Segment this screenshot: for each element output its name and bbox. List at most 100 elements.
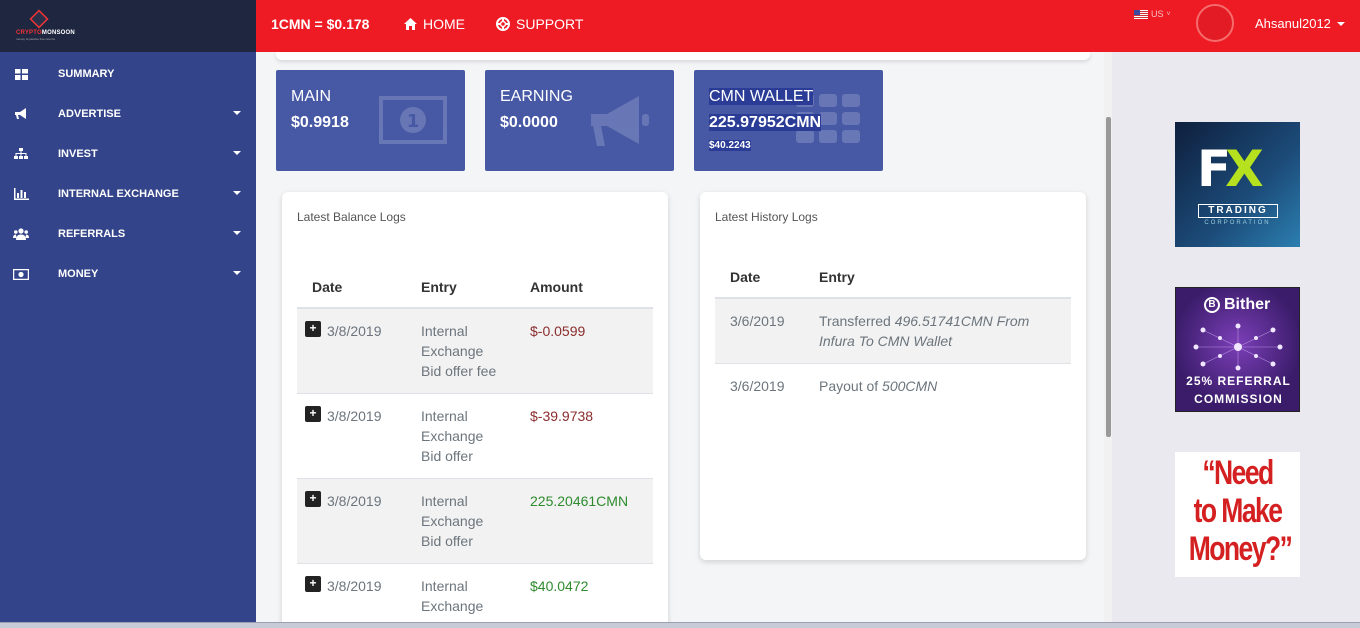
column-header-date: Date xyxy=(715,256,804,299)
users-icon xyxy=(13,228,29,240)
banknote-icon: 1 xyxy=(379,96,447,144)
bither-ad-line2: COMMISSION xyxy=(1194,392,1283,406)
row-amount: $40.0472 xyxy=(515,563,653,628)
main-value: $0.9918 xyxy=(291,114,349,131)
earning-label: EARNING xyxy=(500,88,573,105)
chevron-down-icon xyxy=(1336,21,1345,26)
table-row: +3/8/2019 Internal Exchange Bid offer fe… xyxy=(297,307,653,394)
logo-text-red: CRYPTO xyxy=(16,30,42,36)
chevron-down-icon xyxy=(233,111,241,115)
row-date: 3/8/2019 xyxy=(327,578,382,594)
row-date: 3/6/2019 xyxy=(715,363,804,408)
bither-ad[interactable]: B Bither 25% REFERRAL COMMISSION xyxy=(1175,287,1300,412)
history-logs-title: Latest History Logs xyxy=(715,210,818,224)
make-money-ad-text: “Need to Make Money?” xyxy=(1188,454,1293,568)
svg-text:1: 1 xyxy=(407,111,420,132)
row-entry: Internal Exchange Bid offer fee xyxy=(406,307,515,394)
bither-brand-text: Bither xyxy=(1224,296,1271,313)
balance-logs-title: Latest Balance Logs xyxy=(297,210,406,224)
row-date: 3/8/2019 xyxy=(327,323,382,339)
column-header-entry: Entry xyxy=(804,256,1071,299)
support-label: SUPPORT xyxy=(516,16,584,32)
table-row: +3/8/2019 Internal Exchange Bid offer $-… xyxy=(297,393,653,479)
exchange-rate: 1CMN = $0.178 xyxy=(271,16,370,32)
row-entry-detail: 500CMN xyxy=(882,378,938,394)
expand-row-button[interactable]: + xyxy=(305,491,321,507)
user-menu[interactable]: Ahsanul2012 xyxy=(1255,16,1345,31)
lifebuoy-icon xyxy=(496,17,510,31)
sidebar-item-label: MONEY xyxy=(58,268,99,280)
chevron-down-icon xyxy=(233,191,241,195)
row-entry: Transferred 496.51741CMN From Infura To … xyxy=(804,297,1071,364)
table-row: 3/6/2019 Payout of 500CMN xyxy=(715,363,1071,408)
home-label: HOME xyxy=(423,16,465,32)
dashboard-icon xyxy=(13,68,29,80)
row-amount: $-0.0599 xyxy=(515,307,653,394)
balance-logs-card: Latest Balance Logs Date Entry Amount +3… xyxy=(282,192,668,628)
column-header-amount: Amount xyxy=(515,266,653,309)
fx-ad-text: TRADING xyxy=(1198,204,1278,218)
history-logs-table: Date Entry 3/6/2019 Transferred 496.5174… xyxy=(715,256,1071,408)
bither-logo-icon: B xyxy=(1204,297,1220,313)
expand-row-button[interactable]: + xyxy=(305,576,321,592)
network-graphic-icon xyxy=(1193,323,1283,371)
main-content: 1 MAIN $0.9918 EARNING $0.0000 CMN WALLE… xyxy=(256,52,1111,628)
sidebar-item-referrals[interactable]: REFERRALS xyxy=(0,214,256,254)
support-link[interactable]: SUPPORT xyxy=(496,16,583,32)
logo[interactable]: CRYPTOMONSOON money & passive free retur… xyxy=(0,0,256,52)
us-flag-icon xyxy=(1134,9,1148,19)
header-card-edge xyxy=(276,52,1090,60)
avatar[interactable] xyxy=(1196,4,1234,42)
history-logs-card: Latest History Logs Date Entry 3/6/2019 … xyxy=(700,192,1086,560)
chevron-down-icon xyxy=(233,231,241,235)
sidebar-item-internal-exchange[interactable]: INTERNAL EXCHANGE xyxy=(0,174,256,214)
logo-tagline: money & passive free returns xyxy=(16,37,56,41)
sidebar-nav: SUMMARY ADVERTISE INVEST INTERNAL EXCHAN… xyxy=(0,52,256,294)
logo-cube-icon xyxy=(29,9,49,29)
logo-mark: CRYPTOMONSOON money & passive free retur… xyxy=(16,9,75,42)
main-balance-card: 1 MAIN $0.9918 xyxy=(276,70,465,171)
sidebar-item-advertise[interactable]: ADVERTISE xyxy=(0,94,256,134)
chevron-down-icon xyxy=(233,151,241,155)
earning-card: EARNING $0.0000 xyxy=(485,70,674,171)
row-entry: Internal Exchange Bid offer xyxy=(406,478,515,564)
table-row: 3/6/2019 Transferred 496.51741CMN From I… xyxy=(715,297,1071,364)
scrollbar-thumb[interactable] xyxy=(1106,117,1111,437)
sidebar-item-label: INVEST xyxy=(58,148,98,160)
main-label: MAIN xyxy=(291,88,331,105)
sidebar-item-summary[interactable]: SUMMARY xyxy=(0,54,256,94)
bither-ad-line1: 25% REFERRAL xyxy=(1186,374,1291,388)
username: Ahsanul2012 xyxy=(1255,16,1331,31)
sidebar-item-label: INTERNAL EXCHANGE xyxy=(58,188,179,200)
balance-logs-table: Date Entry Amount +3/8/2019 Internal Exc… xyxy=(297,266,653,628)
row-date: 3/8/2019 xyxy=(327,408,382,424)
bither-brand: B Bither xyxy=(1204,296,1270,314)
wallet-usd-value: $40.2243 xyxy=(709,140,751,151)
row-entry-prefix: Payout of xyxy=(819,378,883,394)
home-icon xyxy=(404,18,417,30)
fx-trading-ad[interactable]: FX TRADING CORPORATION xyxy=(1175,122,1300,247)
column-header-entry: Entry xyxy=(406,266,515,309)
row-date: 3/6/2019 xyxy=(715,297,804,364)
megaphone-icon xyxy=(13,108,29,120)
fx-ad-subtext: CORPORATION xyxy=(1204,220,1271,226)
row-entry: Payout of 500CMN xyxy=(804,363,1071,408)
logo-text-white: MONSOON xyxy=(41,30,75,36)
expand-row-button[interactable]: + xyxy=(305,321,321,337)
row-date: 3/8/2019 xyxy=(327,493,382,509)
home-link[interactable]: HOME xyxy=(404,16,465,32)
chevron-down-icon: ˅ xyxy=(1166,10,1171,18)
make-money-ad[interactable]: “Need to Make Money?” xyxy=(1175,452,1300,577)
wallet-value: 225.97952CMN xyxy=(709,114,822,131)
chevron-down-icon xyxy=(233,271,241,275)
sitemap-icon xyxy=(13,148,29,160)
table-row: +3/8/2019 Internal Exchange Bid offer 22… xyxy=(297,478,653,564)
language-label: US xyxy=(1151,9,1164,19)
row-entry: Internal Exchange Bid offer xyxy=(406,393,515,479)
sidebar-item-invest[interactable]: INVEST xyxy=(0,134,256,174)
sidebar-item-label: ADVERTISE xyxy=(58,108,121,120)
expand-row-button[interactable]: + xyxy=(305,406,321,422)
sidebar-item-money[interactable]: MONEY xyxy=(0,254,256,294)
row-entry: Internal Exchange xyxy=(406,563,515,628)
language-selector[interactable]: US ˅ xyxy=(1134,9,1171,19)
